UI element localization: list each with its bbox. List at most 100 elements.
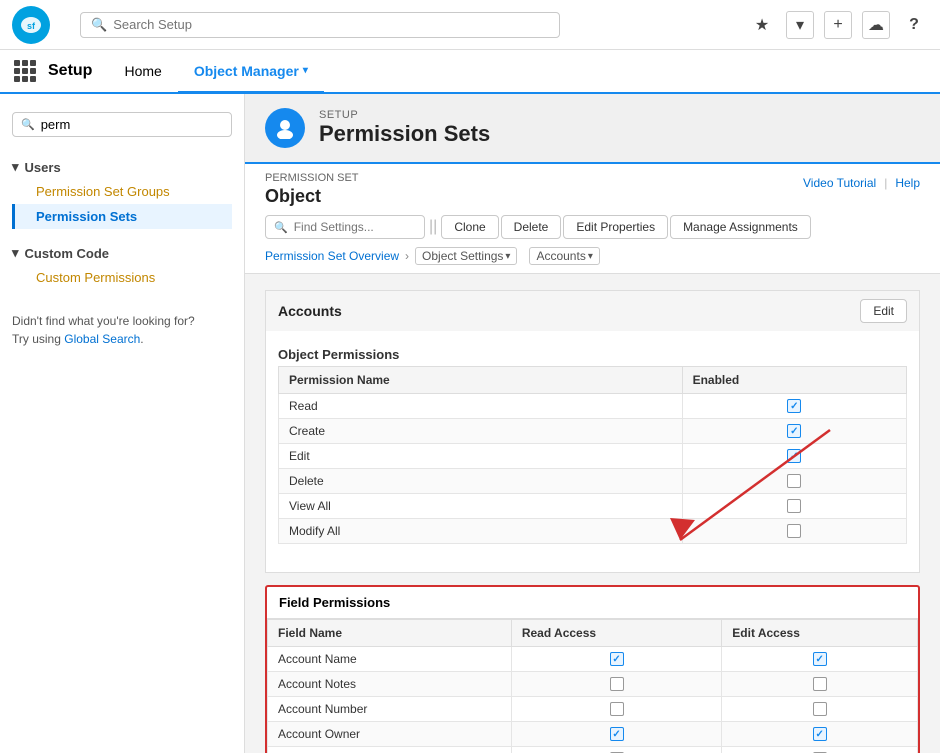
cloud-icon[interactable]: ☁	[862, 11, 890, 39]
star-icon[interactable]: ★	[748, 11, 776, 39]
setup-avatar	[265, 108, 305, 148]
chevron-down-icon: ▾	[12, 245, 19, 261]
toolbar-separator: ||	[429, 218, 437, 236]
sidebar-item-permission-sets[interactable]: Permission Sets	[12, 204, 232, 229]
top-nav-icons: ★ ▾ + ☁ ?	[748, 11, 928, 39]
checkbox[interactable]	[787, 449, 801, 463]
permission-name-cell: View All	[279, 494, 683, 519]
col-enabled: Enabled	[682, 367, 906, 394]
global-search-input[interactable]	[113, 17, 549, 32]
edit-access-cell	[722, 647, 918, 672]
read-access-cell	[511, 697, 721, 722]
svg-text:sf: sf	[27, 21, 36, 31]
sidebar: 🔍 ▾ Users Permission Set Groups Permissi…	[0, 94, 245, 753]
edit-access-checkbox[interactable]	[813, 677, 827, 691]
enabled-cell	[682, 494, 906, 519]
dropdown-icon: ▾	[588, 251, 593, 262]
table-row: Account Site	[268, 747, 918, 753]
checkbox[interactable]	[787, 474, 801, 488]
top-nav: sf 🔍 ★ ▾ + ☁ ?	[0, 0, 940, 50]
enabled-cell	[682, 419, 906, 444]
table-row: Read	[279, 394, 907, 419]
permission-set-name: Object	[265, 186, 359, 207]
table-row: Account Name	[268, 647, 918, 672]
read-access-cell	[511, 722, 721, 747]
edit-access-checkbox[interactable]	[813, 702, 827, 716]
accounts-section-title: Accounts	[278, 303, 342, 319]
enabled-cell	[682, 469, 906, 494]
edit-access-checkbox[interactable]	[813, 652, 827, 666]
field-name-cell: Account Number	[268, 697, 512, 722]
global-search-link[interactable]: Global Search	[64, 332, 140, 346]
field-permissions-box: Field Permissions Field Name Read Access…	[265, 585, 920, 753]
breadcrumb-accounts[interactable]: Accounts ▾	[529, 247, 599, 265]
global-search-bar[interactable]: 🔍	[80, 12, 560, 38]
clone-button[interactable]: Clone	[441, 215, 498, 239]
salesforce-logo: sf	[12, 6, 50, 44]
delete-button[interactable]: Delete	[501, 215, 562, 239]
table-row: Delete	[279, 469, 907, 494]
sidebar-users-header[interactable]: ▾ Users	[12, 155, 232, 179]
setup-label: SETUP	[319, 109, 490, 121]
manage-assignments-button[interactable]: Manage Assignments	[670, 215, 811, 239]
add-icon[interactable]: +	[824, 11, 852, 39]
dropdown-icon: ▾	[505, 251, 510, 262]
read-access-checkbox[interactable]	[610, 652, 624, 666]
app-launcher-icon[interactable]	[14, 60, 36, 82]
permission-name-cell: Delete	[279, 469, 683, 494]
toolbar-buttons: 🔍 ✕ || Clone Delete Edit Properties Mana…	[265, 215, 920, 239]
sidebar-search[interactable]: 🔍	[12, 112, 232, 137]
permission-name-cell: Edit	[279, 444, 683, 469]
setup-header: SETUP Permission Sets	[245, 94, 940, 164]
read-access-cell	[511, 647, 721, 672]
breadcrumb: Permission Set Overview › Object Setting…	[265, 247, 920, 265]
content-area: SETUP Permission Sets Permission Set Obj…	[245, 94, 940, 753]
enabled-cell	[682, 394, 906, 419]
accounts-section-header: Accounts Edit	[265, 290, 920, 331]
col-permission-name: Permission Name	[279, 367, 683, 394]
dropdown-icon[interactable]: ▾	[786, 11, 814, 39]
main-layout: 🔍 ▾ Users Permission Set Groups Permissi…	[0, 94, 940, 753]
help-link[interactable]: Help	[895, 176, 920, 190]
edit-access-cell	[722, 747, 918, 753]
enabled-cell	[682, 444, 906, 469]
checkbox[interactable]	[787, 499, 801, 513]
breadcrumb-permission-set-overview[interactable]: Permission Set Overview	[265, 249, 399, 263]
tab-object-manager[interactable]: Object Manager ▾	[178, 50, 324, 94]
col-edit-access: Edit Access	[722, 620, 918, 647]
table-row: Create	[279, 419, 907, 444]
table-row: Modify All	[279, 519, 907, 544]
checkbox[interactable]	[787, 524, 801, 538]
accounts-edit-button[interactable]: Edit	[860, 299, 907, 323]
sidebar-search-input[interactable]	[41, 117, 223, 132]
field-permissions-header: Field Permissions	[267, 587, 918, 619]
find-settings-field[interactable]	[294, 220, 449, 234]
checkbox[interactable]	[787, 424, 801, 438]
edit-access-checkbox[interactable]	[813, 727, 827, 741]
breadcrumb-object-settings[interactable]: Object Settings ▾	[415, 247, 517, 265]
field-permissions-table: Field Name Read Access Edit Access Accou…	[267, 619, 918, 753]
video-tutorial-link[interactable]: Video Tutorial	[803, 176, 876, 190]
permission-name-cell: Read	[279, 394, 683, 419]
object-permissions-header: Object Permissions	[278, 339, 907, 366]
read-access-checkbox[interactable]	[610, 727, 624, 741]
setup-nav-label: Setup	[48, 62, 92, 80]
edit-properties-button[interactable]: Edit Properties	[563, 215, 668, 239]
toolbar-area: Permission Set Object Video Tutorial | H…	[245, 164, 940, 274]
sidebar-custom-code-header[interactable]: ▾ Custom Code	[12, 241, 232, 265]
read-access-checkbox[interactable]	[610, 677, 624, 691]
find-settings-input[interactable]: 🔍 ✕	[265, 215, 425, 239]
checkbox[interactable]	[787, 399, 801, 413]
read-access-cell	[511, 672, 721, 697]
permission-name-cell: Modify All	[279, 519, 683, 544]
sidebar-item-custom-permissions[interactable]: Custom Permissions	[12, 265, 232, 290]
sidebar-item-permission-set-groups[interactable]: Permission Set Groups	[12, 179, 232, 204]
read-access-checkbox[interactable]	[610, 702, 624, 716]
enabled-cell	[682, 519, 906, 544]
breadcrumb-separator-1: ›	[405, 249, 409, 263]
read-access-cell	[511, 747, 721, 753]
tab-home[interactable]: Home	[108, 50, 177, 94]
sidebar-custom-code-section: ▾ Custom Code Custom Permissions	[0, 235, 244, 296]
help-icon[interactable]: ?	[900, 11, 928, 39]
table-row: Account Owner	[268, 722, 918, 747]
